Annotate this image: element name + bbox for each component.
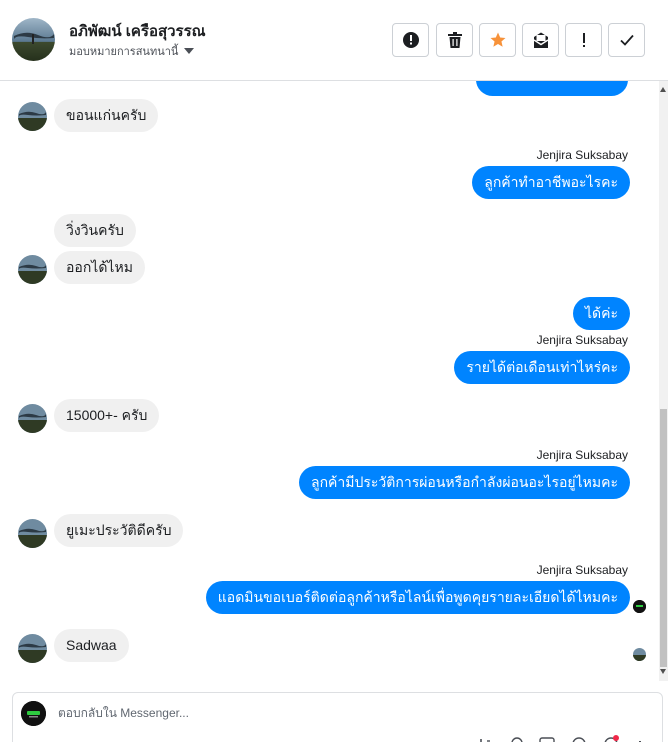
payment-icon[interactable]: [603, 735, 619, 742]
star-icon: [490, 32, 505, 47]
spam-button[interactable]: [392, 23, 429, 57]
assign-conversation-dropdown[interactable]: มอบหมายการสนทนานี้: [69, 42, 195, 60]
contact-avatar-small: [18, 102, 47, 131]
message-bubble-incoming: ยูเมะประวัติดีครับ: [54, 514, 184, 547]
page-avatar: [21, 701, 46, 726]
saved-reply-icon[interactable]: [509, 735, 525, 742]
exclamation-icon: [582, 33, 585, 47]
delete-button[interactable]: [436, 23, 473, 57]
add-attachment-icon[interactable]: [475, 735, 491, 742]
follow-up-button[interactable]: [565, 23, 602, 57]
star-button[interactable]: [479, 23, 516, 57]
message-bubble-outgoing: รายได้ต่อเดือนเท่าไหร่คะ: [454, 351, 630, 384]
contact-avatar-small: [18, 404, 47, 433]
envelope-icon: [533, 32, 548, 48]
message-bubble-outgoing: ลูกค้ามีประวัติการผ่อนหรือกำลังผ่อนอะไรอ…: [298, 466, 630, 499]
message-bubble-outgoing: ได้ค่ะ: [572, 297, 630, 330]
thread-scrollbar[interactable]: [659, 81, 668, 681]
message-bubble-incoming: ขอนแก่นครับ: [54, 99, 159, 132]
like-icon[interactable]: [633, 735, 649, 742]
assign-label: มอบหมายการสนทนานี้: [69, 46, 179, 58]
checkmark-icon: [619, 34, 634, 46]
scroll-down-arrow-icon[interactable]: [660, 669, 666, 674]
sender-name: Jenjira Suksabay: [536, 563, 628, 577]
seen-by-contact-avatar: [633, 648, 646, 661]
sender-name: Jenjira Suksabay: [536, 333, 628, 347]
sender-name: Jenjira Suksabay: [536, 148, 628, 162]
caret-down-icon: [184, 48, 195, 54]
conversation-header: อภิพัฒน์ เครือสุวรรณ มอบหมายการสนทนานี้: [0, 0, 668, 81]
seen-by-page-avatar: [633, 600, 646, 613]
message-bubble-outgoing: ลูกค้าทำอาชีพอะไรคะ: [472, 166, 630, 199]
done-button[interactable]: [608, 23, 645, 57]
image-icon[interactable]: [539, 735, 555, 742]
sender-name: Jenjira Suksabay: [536, 448, 628, 462]
reply-input[interactable]: [58, 706, 558, 720]
message-bubble-incoming: 15000+- ครับ: [54, 399, 160, 432]
message-bubble-incoming: ออกได้ไหม: [54, 251, 145, 284]
mark-unread-button[interactable]: [522, 23, 559, 57]
contact-avatar[interactable]: [12, 18, 55, 61]
message-thread: ขอนแก่นครับ Jenjira Suksabay ลูกค้าทำอาช…: [0, 81, 658, 681]
contact-name: อภิพัฒน์ เครือสุวรรณ: [69, 23, 206, 40]
trash-icon: [447, 31, 462, 48]
scroll-up-arrow-icon[interactable]: [660, 87, 666, 92]
message-bubble-incoming: วิ่งวินครับ: [54, 214, 136, 247]
scrollbar-thumb[interactable]: [660, 409, 667, 667]
reply-composer: [12, 692, 663, 742]
contact-avatar-small: [18, 634, 47, 663]
message-bubble-partial: [476, 81, 628, 96]
alert-circle-icon: [402, 32, 419, 48]
message-bubble-incoming: Sadwaa: [54, 629, 129, 662]
contact-avatar-small: [18, 519, 47, 548]
contact-avatar-small: [18, 255, 47, 284]
message-bubble-outgoing: แอดมินขอเบอร์ติดต่อลูกค้าหรือไลน์เพื่อพู…: [205, 581, 630, 614]
emoji-icon[interactable]: [571, 735, 587, 742]
